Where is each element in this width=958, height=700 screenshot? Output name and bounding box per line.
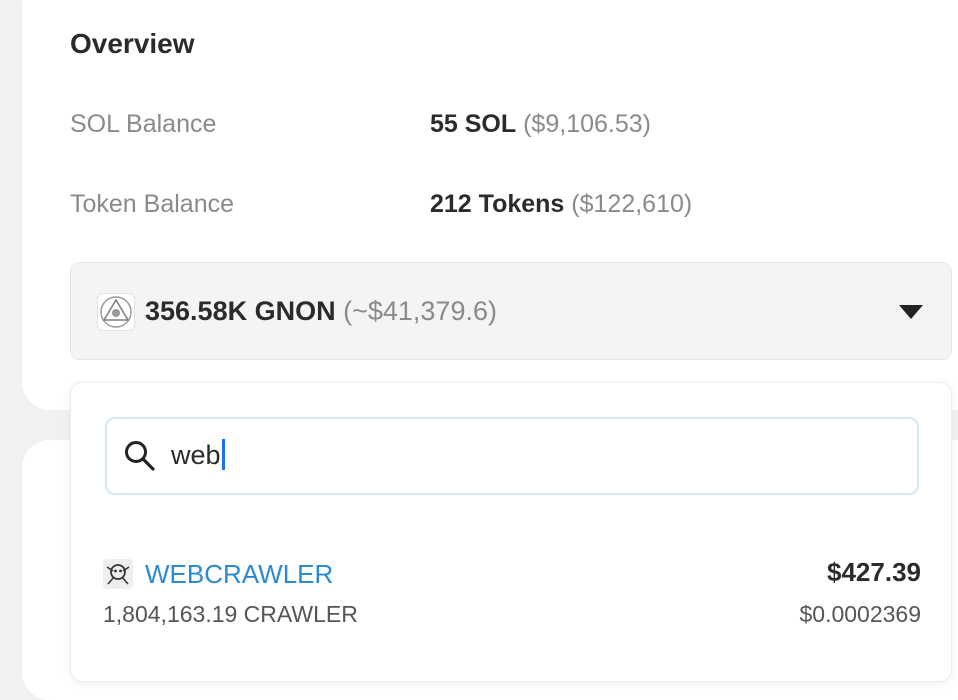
webcrawler-token-logo-icon — [103, 559, 133, 589]
result-token-name[interactable]: WEBCRAWLER — [145, 559, 333, 590]
token-balance-label: Token Balance — [70, 190, 235, 218]
search-icon — [125, 441, 155, 471]
sol-balance-amount: 55 SOL — [430, 110, 517, 138]
selected-token-amount: 356.58K GNON — [145, 296, 336, 326]
search-input-text[interactable]: web — [171, 439, 225, 471]
gnon-token-logo-icon — [97, 293, 135, 331]
token-result-row[interactable]: WEBCRAWLER 1,804,163.19 CRAWLER $427.39 … — [103, 555, 923, 635]
selected-token-usd: (~$41,379.6) — [343, 296, 497, 326]
selected-token: 356.58K GNON (~$41,379.6) — [145, 296, 497, 327]
token-search-input[interactable]: web — [105, 417, 919, 495]
result-token-amount: 1,804,163.19 CRAWLER — [103, 601, 358, 627]
chevron-down-icon[interactable] — [899, 305, 923, 319]
text-cursor — [221, 439, 225, 470]
result-token-usd-value: $427.39 — [827, 557, 921, 587]
sol-balance-usd: ($9,106.53) — [523, 110, 651, 138]
token-dropdown-panel: web WEBCRAWLER 1,804,163.19 CRAWLER $427… — [70, 382, 952, 682]
sol-balance-value: 55 SOL ($9,106.53) — [430, 110, 651, 139]
result-token-price: $0.0002369 — [799, 601, 921, 627]
sol-balance-label: SOL Balance — [70, 110, 217, 138]
search-query: web — [171, 440, 221, 470]
token-select-dropdown[interactable]: 356.58K GNON (~$41,379.6) — [70, 262, 952, 360]
token-balance-usd: ($122,610) — [571, 190, 693, 218]
token-balance-value: 212 Tokens ($122,610) — [430, 190, 692, 219]
token-balance-amount: 212 Tokens — [430, 190, 565, 218]
overview-title: Overview — [70, 28, 195, 59]
